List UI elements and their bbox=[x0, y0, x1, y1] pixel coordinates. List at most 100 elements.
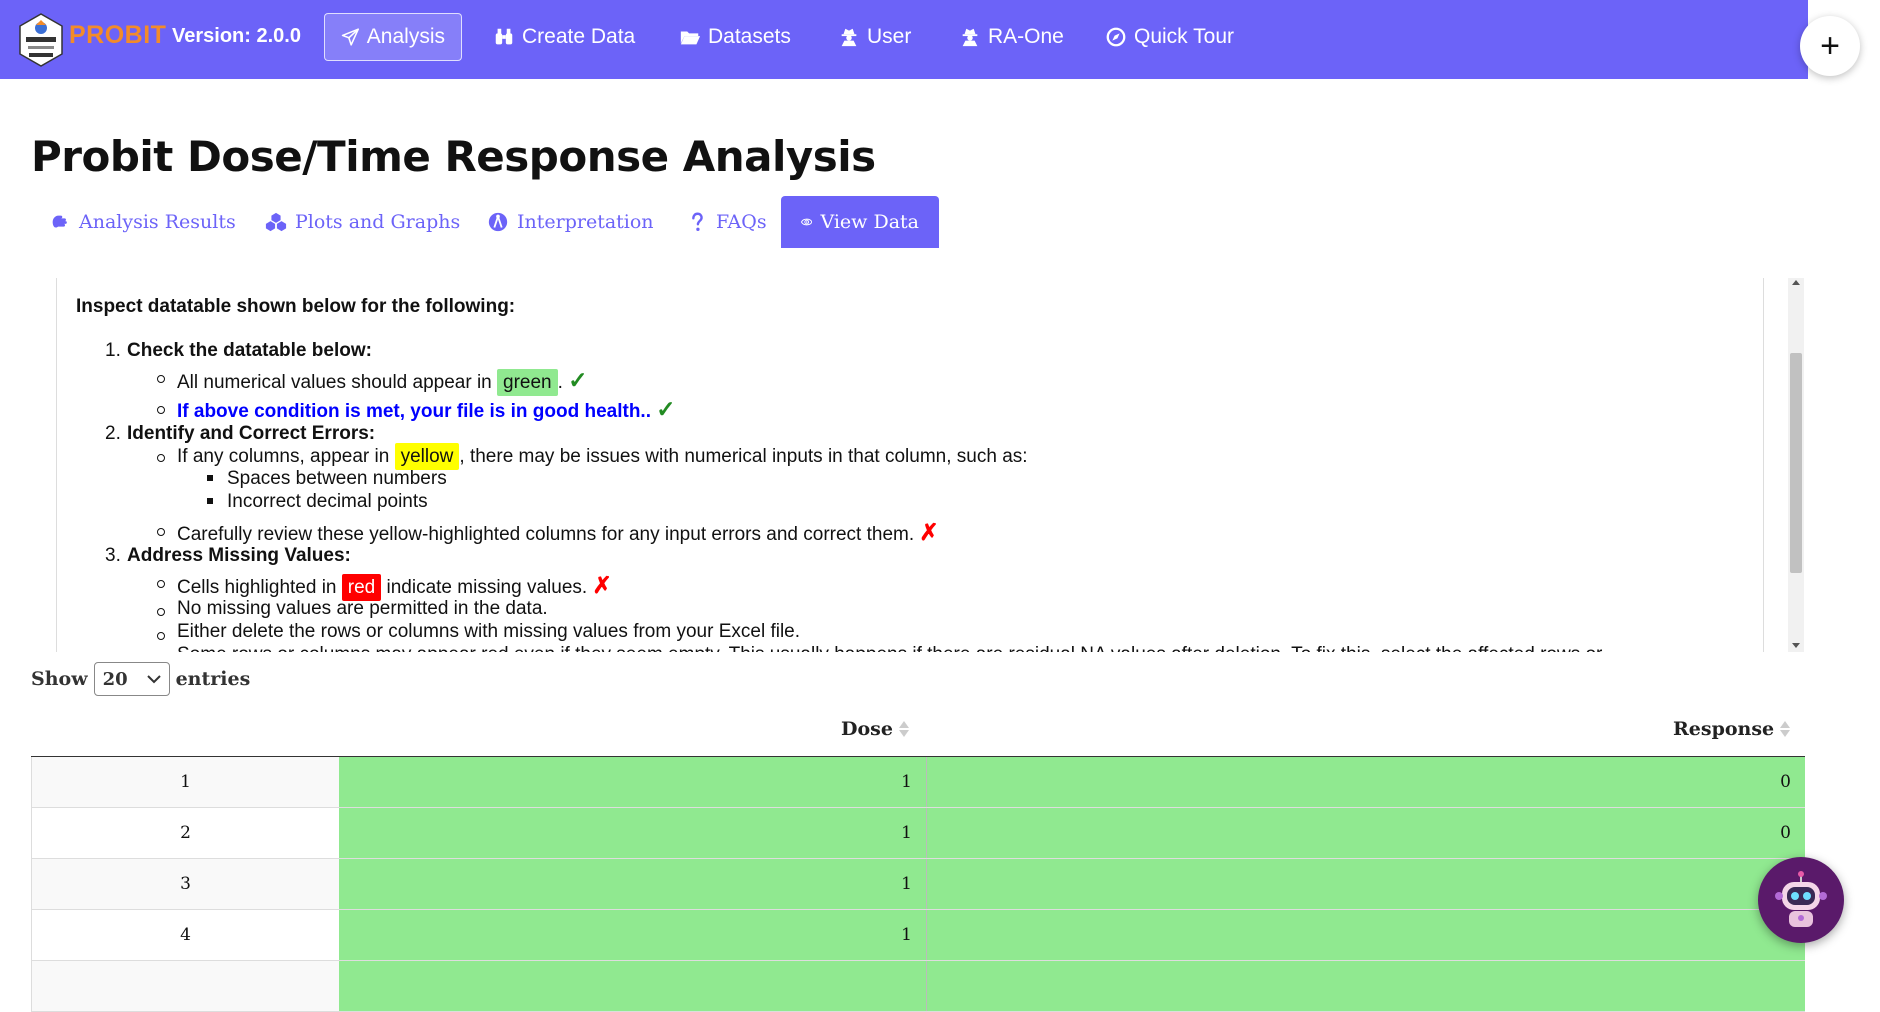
entries-select-value: 20 bbox=[102, 668, 128, 690]
show-entries-control: Show 20 entries bbox=[31, 662, 250, 696]
sort-icon bbox=[898, 721, 909, 737]
entries-select[interactable]: 20 bbox=[93, 662, 170, 696]
folder-open-icon bbox=[680, 31, 701, 45]
chatbot-button[interactable] bbox=[1758, 857, 1844, 943]
tab-interpretation[interactable]: Interpretation bbox=[467, 196, 674, 248]
dose-cell: 1 bbox=[339, 859, 927, 909]
list-item: If above condition is met, your file is … bbox=[177, 396, 676, 423]
entries-label: entries bbox=[175, 668, 251, 690]
tab-plots-and-graphs-label: Plots and Graphs bbox=[295, 211, 461, 233]
green-highlight: green bbox=[497, 369, 558, 396]
data-table: Dose Response 1 1 0 2 1 0 3 1 4 1 bbox=[31, 706, 1805, 1012]
tab-analysis-results[interactable]: Analysis Results bbox=[29, 196, 256, 248]
item-text: All numerical values should appear in bbox=[177, 372, 498, 393]
response-cell bbox=[927, 961, 1805, 1011]
step-number: 3. bbox=[105, 545, 121, 566]
bullet bbox=[157, 454, 165, 462]
response-cell bbox=[927, 910, 1805, 960]
dose-cell: 1 bbox=[339, 808, 927, 858]
top-navbar: PROBIT Version: 2.0.0 Analysis Create Da… bbox=[0, 0, 1808, 79]
table-row bbox=[31, 961, 1805, 1012]
check-icon: ✓ bbox=[656, 396, 676, 422]
list-item: Some rows or columns may appear red even… bbox=[177, 644, 1602, 652]
column-header-label: Response bbox=[1673, 718, 1775, 740]
row-index: 2 bbox=[31, 808, 339, 858]
nav-analysis-label: Analysis bbox=[366, 25, 445, 48]
eye-icon bbox=[801, 218, 813, 226]
nav-datasets[interactable]: Datasets bbox=[663, 13, 807, 61]
list-item: All numerical values should appear in gr… bbox=[177, 367, 588, 396]
tab-view-data[interactable]: View Data bbox=[781, 196, 939, 248]
response-cell bbox=[927, 859, 1805, 909]
list-item: Cells highlighted in red indicate missin… bbox=[177, 572, 612, 601]
row-index bbox=[31, 961, 339, 1011]
cross-icon: ✗ bbox=[592, 572, 612, 598]
scroll-down-arrow-icon[interactable] bbox=[1792, 643, 1800, 648]
tab-plots-and-graphs[interactable]: Plots and Graphs bbox=[245, 196, 480, 248]
list-item: Spaces between numbers bbox=[227, 468, 447, 489]
cubes-icon bbox=[265, 212, 287, 232]
row-index: 1 bbox=[31, 757, 339, 807]
nav-ra-one[interactable]: RA-One bbox=[943, 13, 1080, 61]
nav-create-data-label: Create Data bbox=[522, 25, 636, 48]
compass-icon bbox=[1106, 27, 1126, 47]
check-icon: ✓ bbox=[568, 367, 588, 393]
raisins-logo-icon[interactable] bbox=[18, 13, 64, 67]
table-row: 4 1 bbox=[31, 910, 1805, 961]
bullet bbox=[157, 608, 165, 616]
list-item: Carefully review these yellow-highlighte… bbox=[177, 519, 939, 546]
instructions-heading: Inspect datatable shown below for the fo… bbox=[76, 296, 516, 317]
nav-datasets-label: Datasets bbox=[708, 25, 791, 48]
table-row: 3 1 bbox=[31, 859, 1805, 910]
scroll-thumb[interactable] bbox=[1790, 353, 1802, 573]
dose-cell bbox=[339, 961, 927, 1011]
instructions-scrollbar[interactable] bbox=[1788, 278, 1804, 652]
column-header-label: Dose bbox=[841, 718, 893, 740]
bullet bbox=[157, 375, 165, 383]
add-button[interactable]: + bbox=[1800, 16, 1860, 76]
item-text: Cells highlighted in bbox=[177, 577, 342, 598]
step-number: 1. bbox=[105, 340, 121, 361]
table-row: 2 1 0 bbox=[31, 808, 1805, 859]
step-title: Check the datatable below: bbox=[127, 340, 372, 361]
nav-quick-tour[interactable]: Quick Tour bbox=[1089, 13, 1250, 61]
robot-icon bbox=[1775, 871, 1827, 927]
table-row: 1 1 0 bbox=[31, 757, 1805, 808]
column-header-response[interactable]: Response bbox=[1673, 718, 1791, 740]
page-title: Probit Dose/Time Response Analysis bbox=[31, 132, 876, 181]
sort-icon bbox=[1780, 721, 1791, 737]
nav-create-data[interactable]: Create Data bbox=[477, 13, 651, 61]
list-item: Either delete the rows or columns with m… bbox=[177, 621, 801, 642]
bullet bbox=[207, 498, 213, 504]
tab-view-data-label: View Data bbox=[820, 211, 919, 233]
column-header-dose[interactable]: Dose bbox=[841, 718, 909, 740]
instructions-panel: Inspect datatable shown below for the fo… bbox=[56, 278, 1764, 652]
bullet bbox=[157, 528, 165, 536]
item-text: , there may be issues with numerical inp… bbox=[459, 446, 1028, 467]
bullet bbox=[157, 580, 165, 588]
user-secret-icon bbox=[962, 28, 978, 47]
nav-user-label: User bbox=[867, 25, 912, 48]
nav-user[interactable]: User bbox=[822, 13, 927, 61]
cross-icon: ✗ bbox=[919, 519, 939, 545]
yellow-highlight: yellow bbox=[394, 443, 460, 470]
dose-cell: 1 bbox=[339, 910, 927, 960]
nav-analysis[interactable]: Analysis bbox=[324, 13, 462, 61]
tab-faqs[interactable]: FAQs bbox=[666, 196, 787, 248]
item-text: If any columns, appear in bbox=[177, 446, 395, 467]
response-cell: 0 bbox=[927, 808, 1805, 858]
item-text: . bbox=[645, 401, 657, 422]
bullet bbox=[157, 406, 165, 414]
version-label: Version: 2.0.0 bbox=[172, 25, 301, 47]
tab-faqs-label: FAQs bbox=[716, 211, 767, 233]
table-header: Dose Response bbox=[31, 706, 1805, 757]
nav-ra-one-label: RA-One bbox=[988, 25, 1064, 48]
item-text: . bbox=[557, 372, 569, 393]
red-highlight: red bbox=[341, 574, 382, 601]
bullet bbox=[157, 632, 165, 640]
list-item: No missing values are permitted in the d… bbox=[177, 598, 548, 619]
step-title: Address Missing Values: bbox=[127, 545, 351, 566]
dose-cell: 1 bbox=[339, 757, 927, 807]
scroll-up-arrow-icon[interactable] bbox=[1792, 280, 1800, 285]
row-index: 4 bbox=[31, 910, 339, 960]
